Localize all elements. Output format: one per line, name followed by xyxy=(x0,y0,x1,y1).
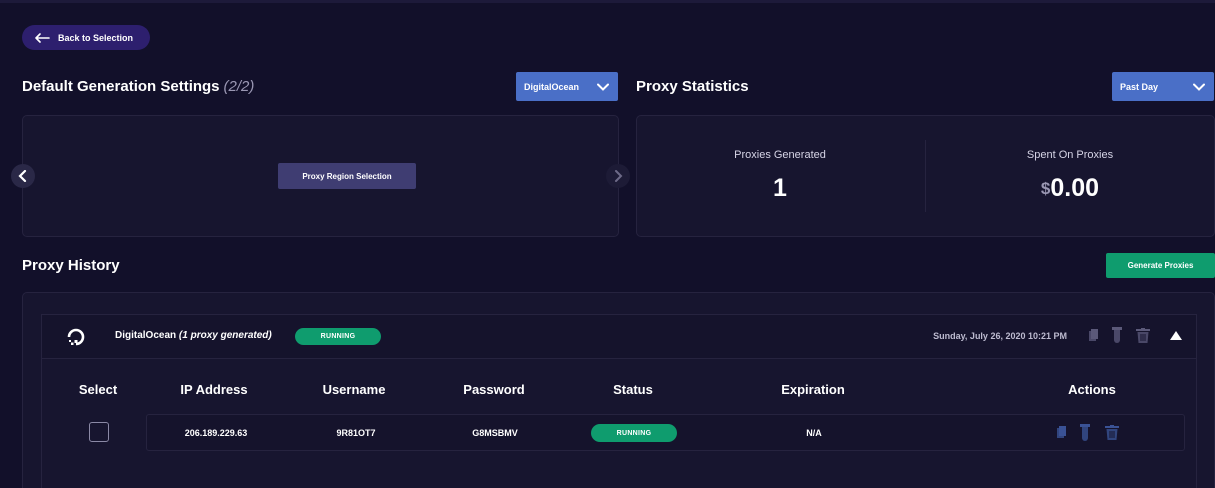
column-header-status: Status xyxy=(613,382,653,397)
row-ip-address: 206.189.229.63 xyxy=(184,428,248,438)
proxies-generated-value: 1 xyxy=(773,174,787,202)
proxy-statistics-title: Proxy Statistics xyxy=(636,78,749,95)
row-password: G8MSBMV xyxy=(472,428,518,438)
period-dropdown-value: Past Day xyxy=(1120,81,1159,92)
history-group-summary: (1 proxy generated) xyxy=(178,330,272,341)
column-header-username: Username xyxy=(322,382,386,397)
back-button-label: Back to Selection xyxy=(58,32,134,43)
row-username: 9R81OT7 xyxy=(336,428,376,438)
provider-dropdown[interactable]: DigitalOcean xyxy=(516,72,618,101)
generation-settings-count: (2/2) xyxy=(223,78,255,95)
top-border xyxy=(0,0,1215,3)
proxies-generated-label: Proxies Generated xyxy=(734,149,826,161)
proxy-region-selection-button[interactable]: Proxy Region Selection xyxy=(278,163,416,189)
previous-slide-button[interactable] xyxy=(11,164,35,188)
next-slide-button[interactable] xyxy=(606,164,630,188)
chevron-left-icon xyxy=(18,170,27,182)
generation-settings-title: Default Generation Settings (2/2) xyxy=(22,78,254,95)
caret-up-icon[interactable] xyxy=(1170,331,1182,340)
chevron-down-icon xyxy=(1193,83,1205,91)
column-header-ip-address: IP Address xyxy=(180,382,248,397)
stats-divider xyxy=(925,140,926,212)
column-header-actions: Actions xyxy=(1068,382,1116,397)
generate-proxies-label: Generate Proxies xyxy=(1127,261,1194,270)
provider-dropdown-value: DigitalOcean xyxy=(524,81,580,92)
chevron-right-icon xyxy=(615,170,623,182)
period-dropdown[interactable]: Past Day xyxy=(1112,72,1214,101)
column-header-select: Select xyxy=(78,382,118,397)
spent-on-proxies-value: $0.00 xyxy=(970,174,1170,203)
column-header-password: Password xyxy=(463,382,525,397)
spent-on-proxies-label: Spent On Proxies xyxy=(1026,149,1114,161)
spent-amount: 0.00 xyxy=(1050,174,1100,202)
chevron-down-icon xyxy=(597,83,609,91)
row-expiration: N/A xyxy=(806,428,822,438)
copy-icon[interactable] xyxy=(1088,328,1100,342)
generation-settings-heading: Default Generation Settings xyxy=(22,78,220,95)
currency-symbol: $ xyxy=(1040,179,1051,198)
proxy-history-title: Proxy History xyxy=(22,257,120,274)
tube-icon[interactable] xyxy=(1080,424,1090,441)
digitalocean-logo-icon xyxy=(67,328,85,346)
trash-icon[interactable] xyxy=(1136,328,1150,343)
generate-proxies-button[interactable]: Generate Proxies xyxy=(1106,253,1215,278)
column-header-expiration: Expiration xyxy=(781,382,845,397)
history-group-title: DigitalOcean (1 proxy generated) xyxy=(115,330,272,341)
row-select-checkbox[interactable] xyxy=(89,422,109,442)
copy-icon[interactable] xyxy=(1056,425,1068,439)
back-to-selection-button[interactable]: Back to Selection xyxy=(22,25,150,50)
row-status-badge: RUNNING xyxy=(591,424,677,442)
proxy-region-selection-label: Proxy Region Selection xyxy=(302,171,392,181)
tube-icon[interactable] xyxy=(1112,327,1122,343)
group-status-badge: RUNNING xyxy=(295,328,381,345)
history-group-date: Sunday, July 26, 2020 10:21 PM xyxy=(933,331,1067,341)
trash-icon[interactable] xyxy=(1105,425,1119,440)
arrow-left-icon xyxy=(35,32,50,43)
history-group-provider: DigitalOcean xyxy=(115,330,177,341)
